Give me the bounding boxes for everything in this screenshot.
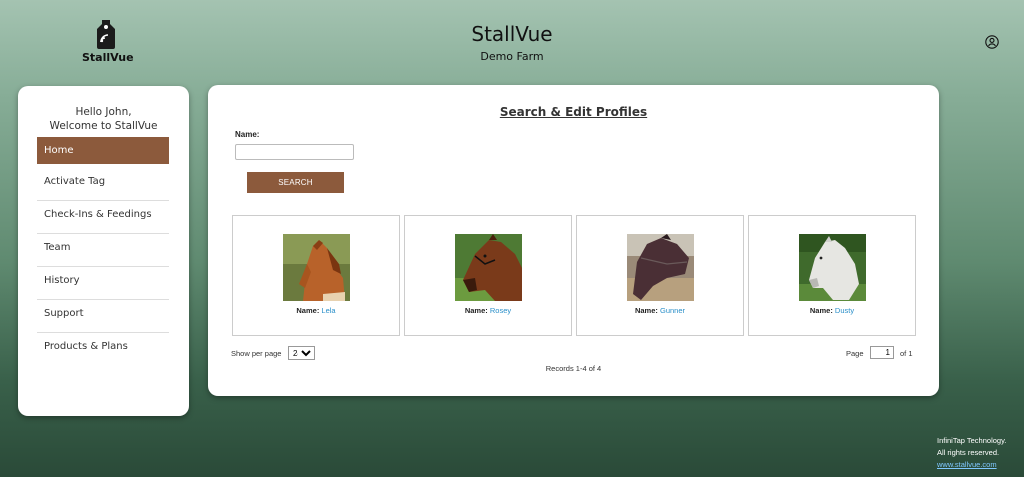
user-account-icon[interactable] bbox=[985, 35, 999, 49]
page-number-input[interactable] bbox=[870, 346, 894, 359]
per-page-label: Show per page bbox=[231, 349, 282, 358]
sidebar-nav: Home Activate Tag Check-Ins & Feedings T… bbox=[37, 137, 169, 366]
footer-company: InfiniTap Technology. bbox=[937, 436, 1007, 445]
horse-photo bbox=[799, 234, 866, 301]
name-label: Name: bbox=[235, 130, 260, 139]
caption-label: Name: bbox=[296, 306, 320, 315]
horse-name-link[interactable]: Dusty bbox=[835, 306, 854, 315]
horse-name-link[interactable]: Rosey bbox=[490, 306, 511, 315]
page-title: Search & Edit Profiles bbox=[499, 105, 648, 119]
horse-caption: Name: Dusty bbox=[749, 306, 915, 315]
horse-caption: Name: Rosey bbox=[405, 306, 571, 315]
horse-photo bbox=[627, 234, 694, 301]
per-page-select[interactable]: 24 bbox=[288, 346, 315, 360]
name-search-input[interactable] bbox=[235, 144, 354, 160]
horse-photo bbox=[455, 234, 522, 301]
main-panel: Search & Edit Profiles Name: SEARCH Name… bbox=[208, 85, 939, 396]
horse-card-lela[interactable]: Name: Lela bbox=[232, 215, 400, 336]
records-count: Records 1-4 of 4 bbox=[545, 364, 602, 373]
page-label: Page bbox=[846, 349, 864, 358]
footer-website-link[interactable]: www.stallvue.com bbox=[937, 459, 1006, 471]
horse-card-gunner[interactable]: Name: Gunner bbox=[576, 215, 744, 336]
sidebar-item-support[interactable]: Support bbox=[37, 300, 169, 333]
horse-caption: Name: Lela bbox=[233, 306, 399, 315]
horse-card-dusty[interactable]: Name: Dusty bbox=[748, 215, 916, 336]
sidebar-item-home[interactable]: Home bbox=[37, 137, 169, 164]
greeting-line-2: Welcome to StallVue bbox=[49, 120, 158, 132]
caption-label: Name: bbox=[634, 306, 658, 315]
sidebar-item-team[interactable]: Team bbox=[37, 234, 169, 267]
horse-photo bbox=[283, 234, 350, 301]
greeting: Hello John, Welcome to StallVue bbox=[18, 105, 189, 133]
sidebar-item-activate-tag[interactable]: Activate Tag bbox=[37, 168, 169, 201]
sidebar-item-history[interactable]: History bbox=[37, 267, 169, 300]
greeting-line-1: Hello John, bbox=[75, 106, 132, 118]
horse-name-link[interactable]: Gunner bbox=[660, 306, 685, 315]
farm-name: Demo Farm bbox=[480, 50, 544, 63]
horse-name-link[interactable]: Lela bbox=[321, 306, 335, 315]
footer: InfiniTap Technology. All rights reserve… bbox=[937, 435, 1006, 471]
page-total: of 1 bbox=[900, 349, 913, 358]
sidebar: Hello John, Welcome to StallVue Home Act… bbox=[18, 86, 189, 416]
app-title: StallVue bbox=[471, 22, 553, 46]
footer-rights: All rights reserved. bbox=[937, 448, 1000, 457]
caption-label: Name: bbox=[809, 306, 833, 315]
horse-card-rosey[interactable]: Name: Rosey bbox=[404, 215, 572, 336]
sidebar-item-check-ins-feedings[interactable]: Check-Ins & Feedings bbox=[37, 201, 169, 234]
sidebar-item-products-plans[interactable]: Products & Plans bbox=[37, 333, 169, 366]
caption-label: Name: bbox=[464, 306, 488, 315]
search-button[interactable]: SEARCH bbox=[247, 172, 344, 193]
horse-caption: Name: Gunner bbox=[577, 306, 743, 315]
